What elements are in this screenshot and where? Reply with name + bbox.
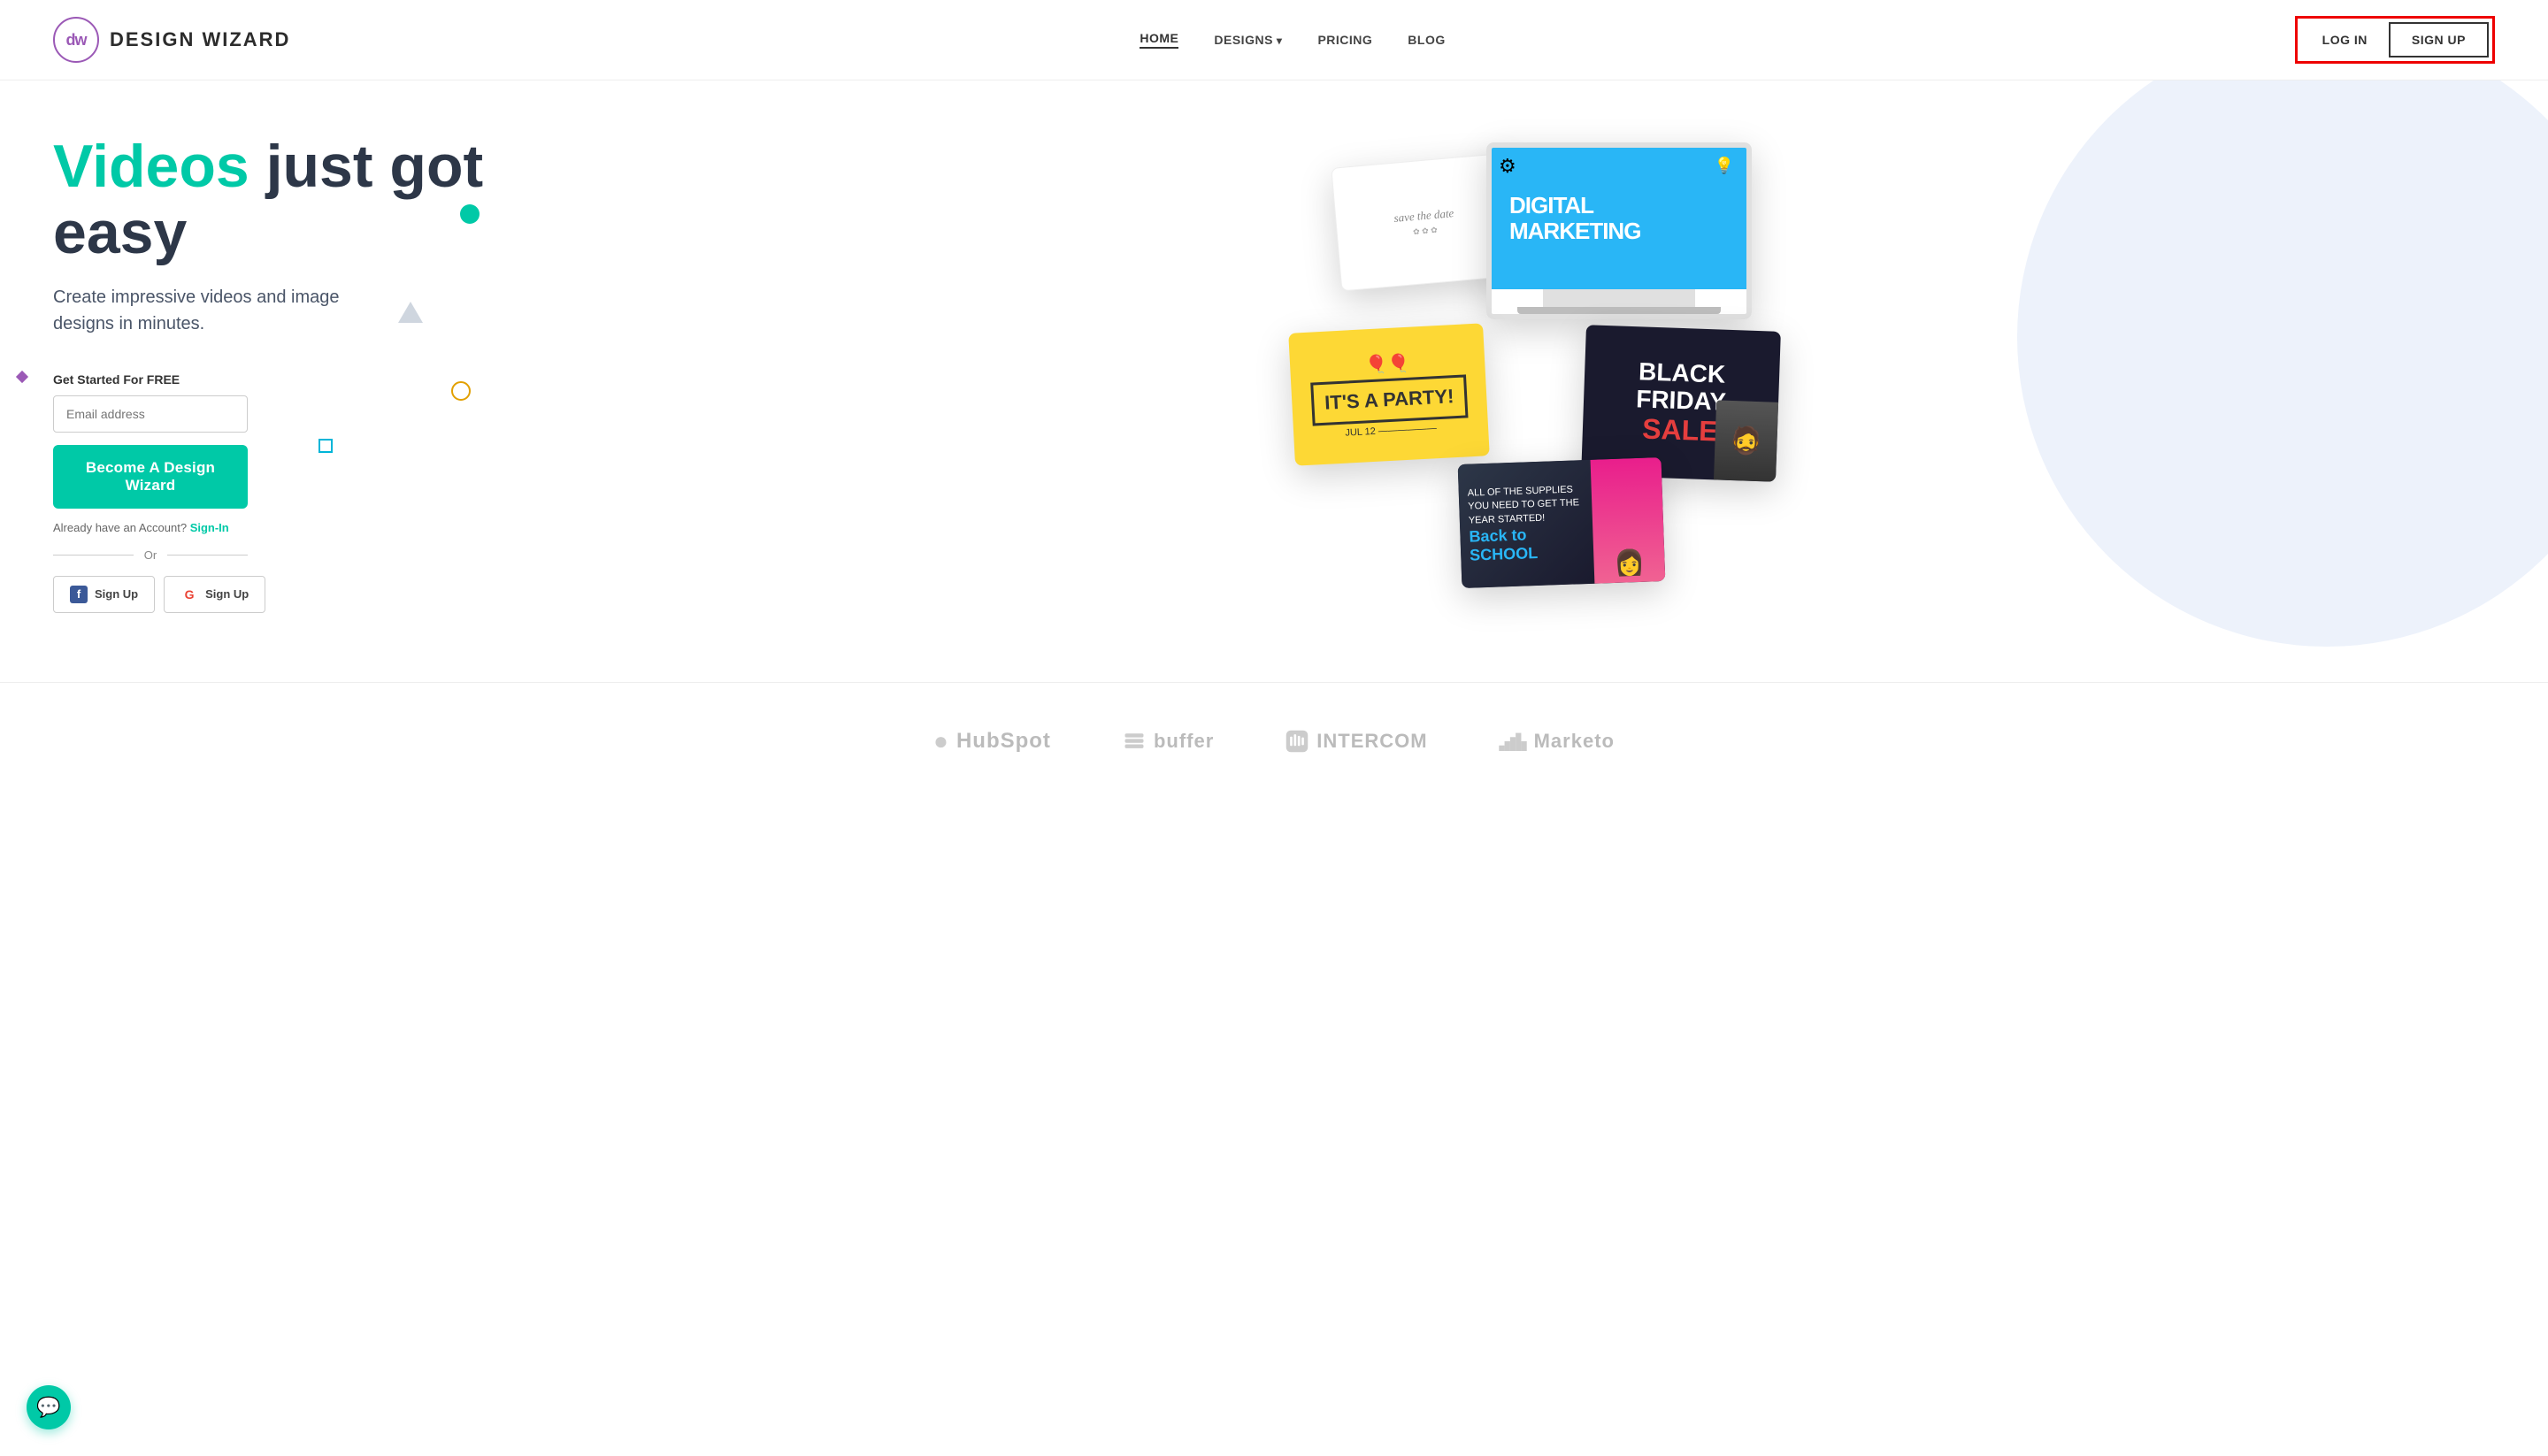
logo-circle: dw: [53, 17, 99, 63]
or-text: Or: [144, 548, 157, 562]
hero-bg-circle: [2017, 80, 2548, 647]
hero-headline: Videos just got easy: [53, 134, 513, 266]
login-button[interactable]: LOG IN: [2301, 24, 2389, 56]
get-started-label: Get Started For FREE: [53, 372, 513, 387]
buffer-logo: buffer: [1122, 729, 1214, 754]
or-divider: Or: [53, 548, 248, 562]
signin-link[interactable]: Sign-In: [190, 521, 229, 534]
nav-item-home[interactable]: HOME: [1140, 31, 1178, 49]
main-nav: HOME DESIGNS PRICING BLOG: [1140, 31, 1445, 49]
facebook-icon: f: [70, 586, 88, 603]
google-signup-button[interactable]: G Sign Up: [164, 576, 265, 613]
intercom-logo: INTERCOM: [1285, 729, 1427, 754]
google-icon: G: [180, 586, 198, 603]
design-cards-container: save the date ✿ ✿ ✿ ⚙ DIGITAL MARKETING …: [1256, 125, 1805, 638]
designs-dropdown-icon: [1277, 33, 1283, 47]
back-school-body: ALL OF THE SUPPLIES YOU NEED TO GET THE …: [1468, 483, 1585, 528]
marketo-icon: [1499, 732, 1527, 751]
header: dw DESIGN WIZARD HOME DESIGNS PRICING BL…: [0, 0, 2548, 80]
digital-marketing-text: DIGITAL MARKETING: [1509, 193, 1729, 243]
buffer-icon: [1122, 729, 1147, 754]
lightbulb-icon: 💡: [1715, 157, 1734, 175]
email-input[interactable]: [53, 395, 248, 433]
logo[interactable]: dw DESIGN WIZARD: [53, 17, 290, 63]
hero-right: save the date ✿ ✿ ✿ ⚙ DIGITAL MARKETING …: [513, 80, 2548, 682]
bf-sale: SALE: [1642, 413, 1719, 448]
facebook-signup-button[interactable]: f Sign Up: [53, 576, 155, 613]
gear-icon: ⚙: [1499, 155, 1516, 178]
signup-button[interactable]: SIGN UP: [2389, 22, 2489, 57]
already-account-text: Already have an Account? Sign-In: [53, 521, 513, 534]
digital-marketing-card: ⚙ DIGITAL MARKETING 💡: [1486, 142, 1752, 319]
save-date-text: save the date: [1393, 206, 1454, 226]
party-card: 🎈🎈 IT'S A PARTY! JUL 12 ——————: [1288, 323, 1490, 465]
headline-videos: Videos: [53, 133, 249, 200]
party-balloons: 🎈🎈: [1309, 349, 1466, 379]
back-school-title: Back to SCHOOL: [1469, 524, 1585, 565]
party-text: IT'S A PARTY!: [1310, 375, 1468, 426]
bf-person: 🧔: [1714, 400, 1778, 481]
logo-text: DESIGN WIZARD: [110, 28, 290, 51]
social-signup-buttons: f Sign Up G Sign Up: [53, 576, 513, 613]
marketo-logo: Marketo: [1499, 730, 1615, 753]
cta-section: Get Started For FREE Become A Design Wiz…: [53, 372, 513, 613]
or-line-left: [53, 555, 134, 556]
nav-item-blog[interactable]: BLOG: [1408, 33, 1445, 47]
intercom-icon: [1285, 729, 1309, 754]
brands-section: ● HubSpot buffer INTERCOM Marketo: [0, 682, 2548, 800]
chat-bubble-button[interactable]: 💬: [27, 1385, 71, 1429]
back-to-school-card: ALL OF THE SUPPLIES YOU NEED TO GET THE …: [1458, 457, 1666, 588]
nav-item-designs[interactable]: DESIGNS: [1214, 33, 1282, 47]
auth-actions: LOG IN SIGN UP: [2295, 16, 2495, 64]
become-wizard-button[interactable]: Become A Design Wizard: [53, 445, 248, 509]
or-line-right: [167, 555, 248, 556]
hero-section: Videos just got easy Create impressive v…: [0, 80, 2548, 682]
hubspot-logo: ● HubSpot: [933, 727, 1051, 755]
nav-item-pricing[interactable]: PRICING: [1317, 33, 1372, 47]
chat-icon: 💬: [36, 1396, 60, 1419]
hero-left: Videos just got easy Create impressive v…: [0, 80, 513, 682]
hero-subheadline: Create impressive videos and image desig…: [53, 284, 372, 337]
school-person-icon: 👩: [1614, 548, 1646, 578]
